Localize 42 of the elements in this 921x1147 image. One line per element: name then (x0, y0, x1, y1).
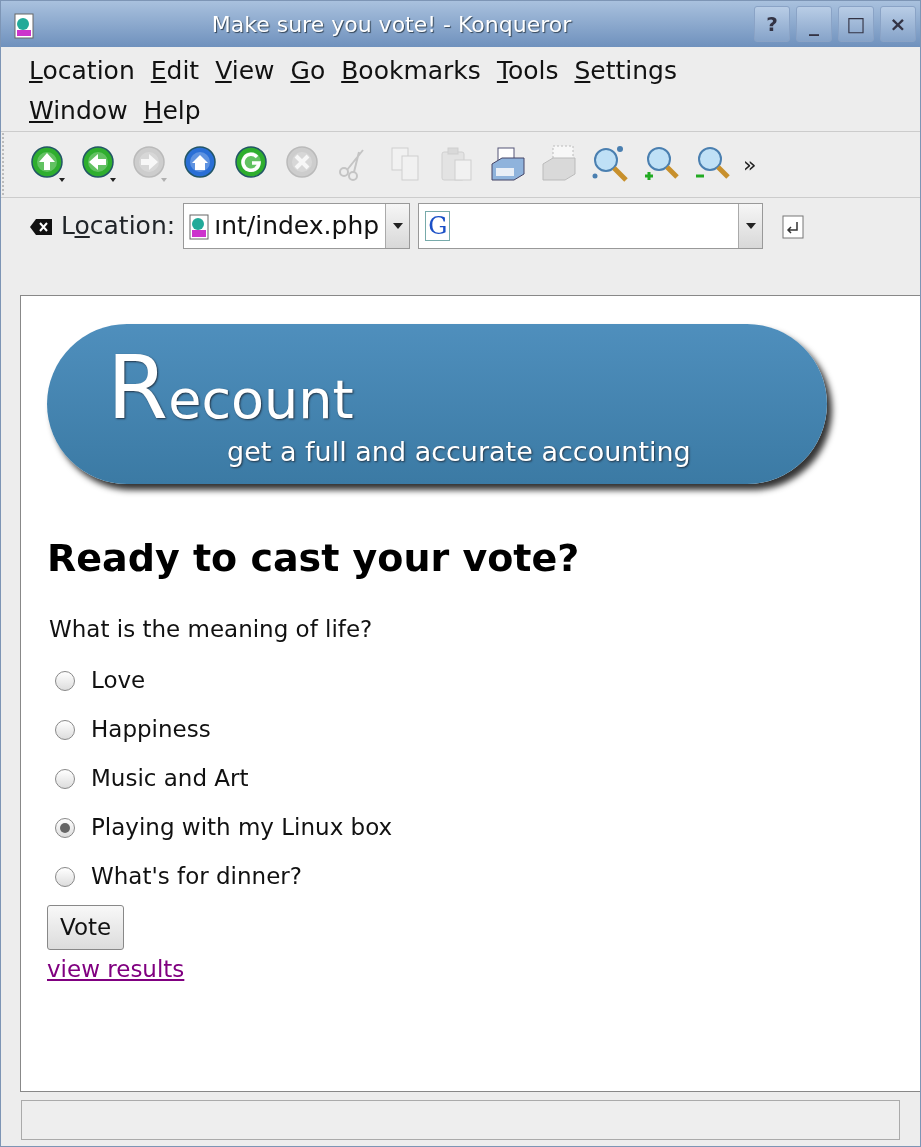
menu-item[interactable]: Settings (574, 51, 677, 91)
question-text: What is the meaning of life? (49, 614, 373, 644)
radio-button[interactable] (55, 670, 75, 691)
menu-item[interactable]: View (215, 51, 275, 91)
menu-item[interactable]: Go (290, 51, 326, 91)
window-title: Make sure you vote! - Konqueror (210, 10, 573, 39)
clear-icon[interactable] (29, 216, 53, 237)
logo-title: Recount (107, 344, 354, 432)
radio-button[interactable] (55, 817, 75, 838)
dropdown-button[interactable] (738, 203, 763, 248)
search-field[interactable]: G (418, 202, 764, 249)
menu-item[interactable]: Edit (150, 51, 200, 91)
location-label: Location: (61, 209, 176, 242)
radio-button[interactable] (55, 719, 75, 740)
radio-button[interactable] (55, 866, 75, 887)
page-heading: Ready to cast your vote? (47, 536, 581, 582)
more-button[interactable]: » (743, 148, 757, 181)
maximize-button[interactable]: □ (838, 6, 874, 42)
help-button[interactable]: ? (754, 6, 790, 42)
menu-item[interactable]: Help (143, 91, 201, 131)
option-label: Happiness (91, 715, 211, 745)
vote-button[interactable]: Vote (47, 905, 125, 950)
results-link[interactable]: view results (47, 951, 185, 987)
menu-item[interactable]: Location (29, 51, 135, 91)
option-label: Love (91, 666, 146, 696)
app-icon (13, 11, 35, 40)
option-label: What's for dinner? (91, 862, 302, 892)
dropdown-button[interactable] (385, 203, 410, 248)
radio-button[interactable] (55, 768, 75, 789)
minimize-button[interactable]: _ (796, 6, 832, 42)
menu-item[interactable]: Tools (496, 51, 559, 91)
url-field[interactable]: ınt/index.php (183, 202, 411, 249)
caret-icon (745, 222, 756, 229)
caret-icon (392, 222, 403, 229)
page-icon (188, 213, 211, 240)
close-button[interactable]: × (880, 6, 916, 42)
option-label: Playing with my Linux box (91, 813, 393, 843)
menu-item[interactable]: Window (29, 91, 128, 131)
go-icon[interactable] (781, 213, 806, 240)
logo-tagline: get a full and accurate accounting (227, 435, 691, 469)
menu-item[interactable]: Bookmarks (341, 51, 481, 91)
option-label: Music and Art (91, 764, 249, 794)
